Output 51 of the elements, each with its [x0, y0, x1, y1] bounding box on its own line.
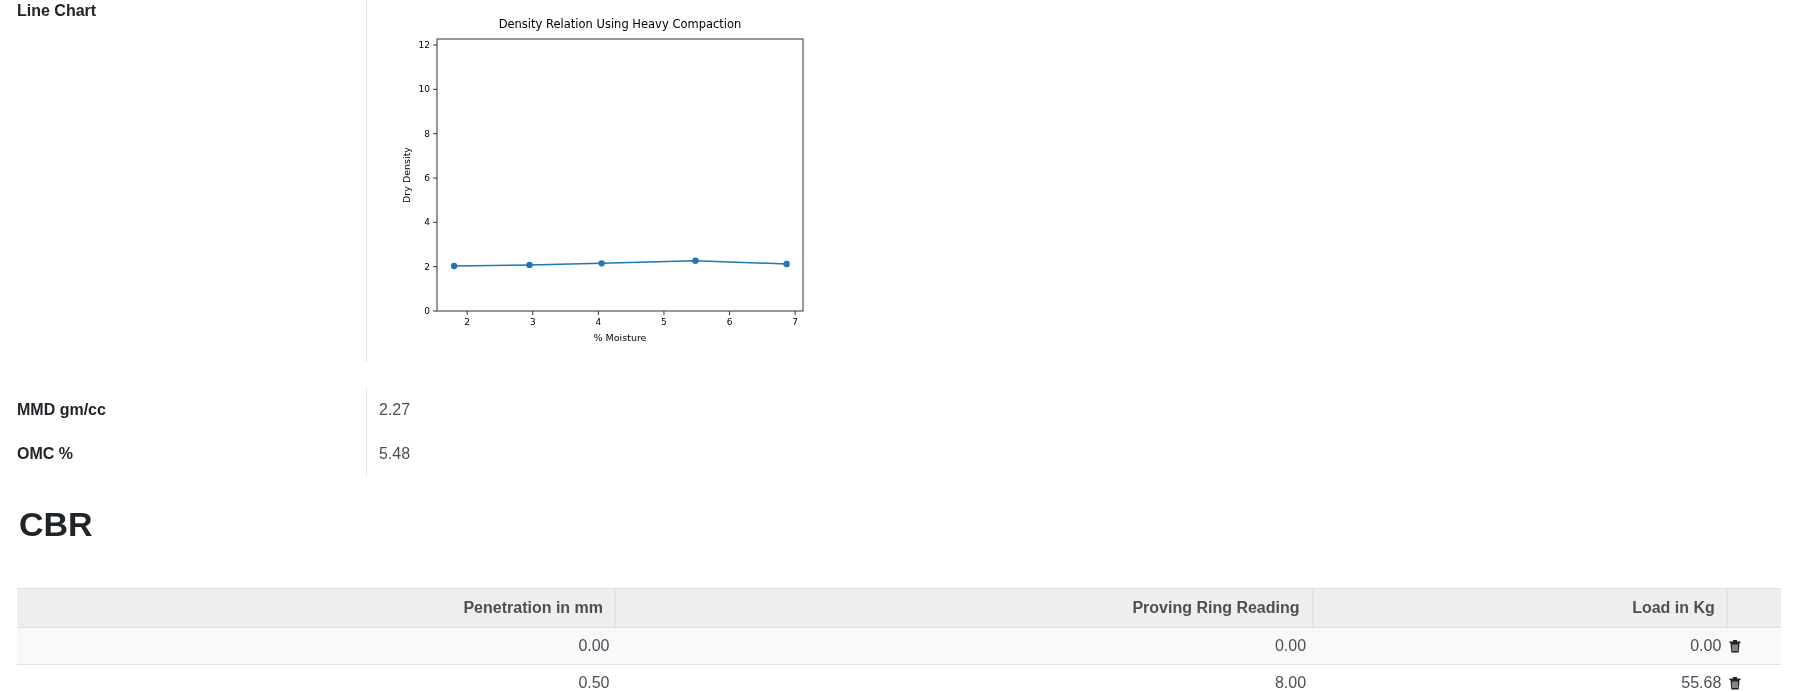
tick-mark — [597, 310, 599, 316]
tick-mark — [432, 310, 438, 312]
data-point — [450, 262, 458, 270]
table-cell: 0.00 — [615, 627, 1313, 665]
field-label: MMD gm/cc — [17, 401, 106, 418]
tick-mark — [466, 310, 468, 316]
x-tick-label: 7 — [792, 317, 798, 327]
y-tick-label: 4 — [424, 217, 430, 228]
data-point — [692, 257, 699, 264]
column-header[interactable]: Penetration in mm — [17, 588, 616, 628]
field-label: OMC % — [17, 445, 73, 462]
x-tick-label: 6 — [726, 317, 733, 327]
tick-mark — [432, 266, 438, 268]
trash-icon[interactable] — [1729, 639, 1742, 653]
y-tick-label: 12 — [418, 40, 430, 50]
column-header[interactable]: Load in Kg — [1312, 588, 1728, 628]
y-axis-label: Dry Density — [401, 147, 412, 203]
section-heading: CBR — [19, 504, 94, 544]
y-tick-label: 6 — [424, 173, 430, 183]
tick-mark — [432, 177, 438, 179]
tick-mark — [794, 310, 796, 316]
y-tick-label: 2 — [424, 261, 430, 272]
x-axis-label: % Moisture — [593, 332, 647, 343]
tick-mark — [432, 133, 438, 135]
chart-title: Density Relation Using Heavy Compaction — [498, 17, 742, 31]
data-point — [783, 260, 790, 268]
field-label: Line Chart — [17, 2, 97, 19]
y-tick-label: 10 — [418, 84, 430, 95]
x-tick-label: 4 — [595, 317, 602, 327]
tick-mark — [432, 221, 438, 223]
column-header[interactable]: Proving Ring Reading — [615, 588, 1313, 628]
trash-icon[interactable] — [1729, 676, 1742, 690]
x-tick-label: 3 — [529, 317, 536, 327]
tick-mark — [663, 310, 665, 316]
tick-mark — [729, 310, 731, 316]
field-value: 2.27 — [379, 401, 411, 418]
table-cell: 0.00 — [1312, 627, 1728, 665]
tick-mark — [532, 310, 534, 316]
tick-mark — [432, 44, 438, 46]
y-tick-label: 8 — [424, 128, 430, 139]
data-point — [526, 261, 533, 269]
y-tick-label: 0 — [424, 306, 430, 316]
table-cell: 55.68 — [1312, 664, 1728, 692]
table-cell: 0.50 — [17, 664, 616, 692]
field-value: 5.48 — [379, 445, 411, 462]
table-cell: 0.00 — [17, 627, 616, 665]
table-cell: 8.00 — [615, 664, 1313, 692]
x-tick-label: 2 — [464, 317, 471, 327]
data-point — [598, 260, 605, 267]
x-tick-label: 5 — [661, 317, 667, 327]
tick-mark — [432, 88, 438, 90]
